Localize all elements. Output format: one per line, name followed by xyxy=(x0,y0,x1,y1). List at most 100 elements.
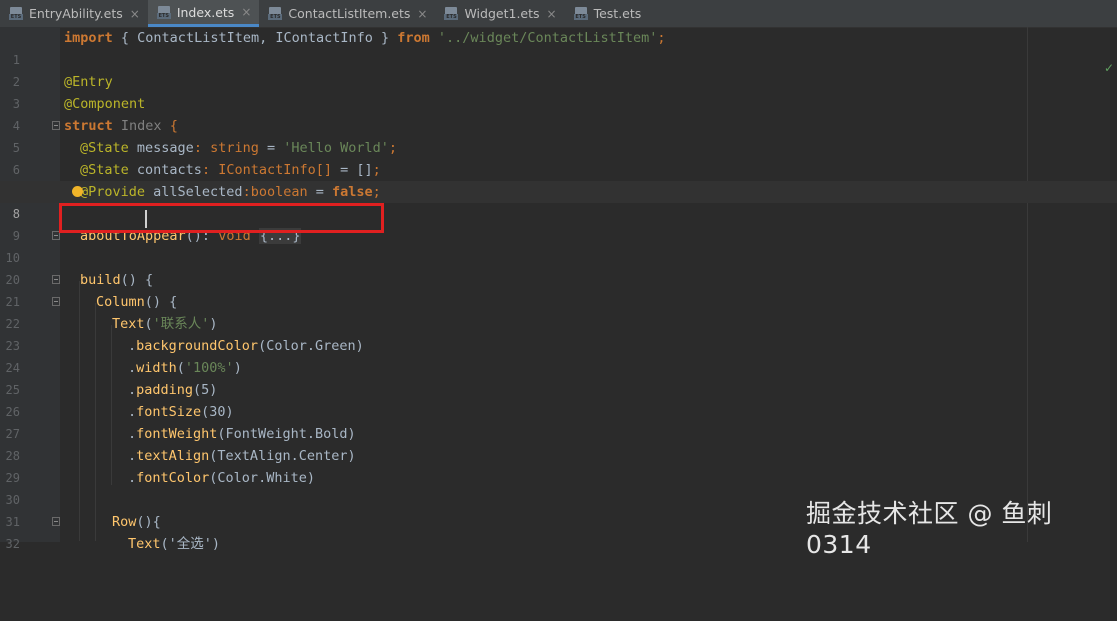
dot: . xyxy=(128,360,137,376)
argument: (5) xyxy=(193,382,218,398)
code-line[interactable]: 23 Text('联系人') xyxy=(0,313,1117,353)
brace: { xyxy=(161,118,178,134)
code-line[interactable]: 3 @Entry xyxy=(0,71,1117,111)
operator: = xyxy=(332,162,357,178)
code-line[interactable]: 25 .width('100%') xyxy=(0,357,1117,397)
code-text: .padding(5) xyxy=(128,379,217,401)
punctuation: ( xyxy=(144,316,153,332)
annotation-highlight-box xyxy=(59,203,384,233)
close-icon[interactable]: × xyxy=(130,7,140,21)
dot: . xyxy=(128,404,137,420)
code-line[interactable]: 29 .textAlign(TextAlign.Center) xyxy=(0,445,1117,485)
code-editor[interactable]: 1 import { ContactListItem, IContactInfo… xyxy=(0,27,1117,552)
code-line[interactable]: 6 @State message: string = 'Hello World'… xyxy=(0,137,1117,177)
code-text: struct Index { xyxy=(64,115,178,137)
keyword: from xyxy=(397,30,430,46)
code-line-current[interactable]: 8 @Provide allSelected:boolean = false; xyxy=(0,181,1117,221)
struct-name: Index xyxy=(112,118,162,134)
identifier: allSelected xyxy=(145,184,243,200)
tab-contactlistitem[interactable]: ContactListItem.ets × xyxy=(259,0,435,27)
component-name: Row xyxy=(112,514,137,530)
type: boolean xyxy=(250,184,308,200)
inspection-ok-icon[interactable]: ✓ xyxy=(1104,61,1114,75)
editor-tab-bar: EntryAbility.ets × Index.ets × ContactLi… xyxy=(0,0,1117,28)
method-name: fontColor xyxy=(136,470,210,486)
colon: : xyxy=(242,184,251,200)
lightbulb-icon[interactable] xyxy=(72,186,83,197)
code-text: .fontWeight(FontWeight.Bold) xyxy=(128,423,356,445)
code-text: build() { xyxy=(80,269,153,291)
component-name: Text xyxy=(128,536,161,552)
type: IContactInfo[] xyxy=(218,162,332,178)
close-icon[interactable]: × xyxy=(547,7,557,21)
tab-test[interactable]: Test.ets xyxy=(565,0,650,27)
punctuation: { xyxy=(112,30,138,46)
tab-label: ContactListItem.ets xyxy=(288,6,411,21)
punctuation: ('全选') xyxy=(160,536,221,552)
code-text: .fontSize(30) xyxy=(128,401,234,423)
code-line[interactable]: 7 @State contacts: IContactInfo[] = []; xyxy=(0,159,1117,199)
method-name: build xyxy=(80,272,121,288)
fold-toggle-icon[interactable] xyxy=(52,275,60,284)
argument: (Color.Green) xyxy=(258,338,364,354)
identifier: ContactListItem, IContactInfo xyxy=(137,30,373,46)
tab-widget1[interactable]: Widget1.ets × xyxy=(435,0,564,27)
code-line[interactable]: 27 .fontSize(30) xyxy=(0,401,1117,441)
decorator: @Component xyxy=(64,96,146,112)
method-name: textAlign xyxy=(136,448,210,464)
component-name: Column xyxy=(96,294,145,310)
method-name: fontSize xyxy=(136,404,202,420)
code-line[interactable]: 22 Column() { xyxy=(0,291,1117,331)
code-line[interactable]: 28 .fontWeight(FontWeight.Bold) xyxy=(0,423,1117,463)
fold-toggle-icon[interactable] xyxy=(52,121,60,130)
code-line[interactable]: 1 import { ContactListItem, IContactInfo… xyxy=(0,27,1117,67)
component-name: Text xyxy=(112,316,145,332)
argument: (FontWeight.Bold) xyxy=(217,426,356,442)
code-line[interactable]: 26 .padding(5) xyxy=(0,379,1117,419)
keyword: struct xyxy=(64,118,113,134)
code-text: .backgroundColor(Color.Green) xyxy=(128,335,364,357)
string-literal: 'Hello World' xyxy=(283,140,389,156)
close-icon[interactable]: × xyxy=(241,5,251,19)
dot: . xyxy=(128,448,137,464)
ets-file-icon xyxy=(444,7,459,20)
method-name: fontWeight xyxy=(136,426,218,442)
fold-toggle-icon[interactable] xyxy=(52,297,60,306)
code-text: .fontColor(Color.White) xyxy=(128,467,315,489)
decorator: @State xyxy=(80,140,129,156)
semicolon: ; xyxy=(372,184,381,200)
method-name: padding xyxy=(136,382,194,398)
code-line[interactable]: 4 @Component xyxy=(0,93,1117,133)
code-line[interactable]: 20 xyxy=(0,247,1117,287)
colon: : xyxy=(193,140,211,156)
semicolon: ; xyxy=(388,140,398,156)
punctuation: (){ xyxy=(136,514,161,530)
close-icon[interactable]: × xyxy=(417,7,427,21)
string-literal: '100%' xyxy=(184,360,234,376)
tab-label: Widget1.ets xyxy=(464,6,540,21)
tab-index[interactable]: Index.ets × xyxy=(147,0,260,27)
ets-file-icon xyxy=(156,5,171,19)
code-line[interactable]: 21 build() { xyxy=(0,269,1117,309)
punctuation: } xyxy=(372,30,398,46)
watermark: 掘金技术社区 @ 鱼刺0314 xyxy=(806,499,1053,559)
code-text: Column() { xyxy=(96,291,177,313)
code-line[interactable]: 5 struct Index { xyxy=(0,115,1117,155)
decorator: @Provide xyxy=(80,184,146,200)
fold-toggle-icon[interactable] xyxy=(52,517,60,526)
code-line[interactable]: 24 .backgroundColor(Color.Green) xyxy=(0,335,1117,375)
code-line[interactable]: 30 .fontColor(Color.White) xyxy=(0,467,1117,507)
code-line[interactable]: 2 xyxy=(0,49,1117,89)
type: string xyxy=(210,140,259,156)
dot: . xyxy=(128,426,137,442)
code-text: .textAlign(TextAlign.Center) xyxy=(128,445,356,467)
code-text: @State message: string = 'Hello World'; xyxy=(80,137,397,159)
identifier: message xyxy=(128,140,194,156)
code-text: Text('全选') xyxy=(128,533,220,555)
ets-file-icon xyxy=(573,7,588,20)
dot: . xyxy=(128,338,137,354)
semicolon: ; xyxy=(372,162,381,178)
code-text: import { ContactListItem, IContactInfo }… xyxy=(64,27,666,49)
tab-entryability[interactable]: EntryAbility.ets × xyxy=(0,0,148,27)
